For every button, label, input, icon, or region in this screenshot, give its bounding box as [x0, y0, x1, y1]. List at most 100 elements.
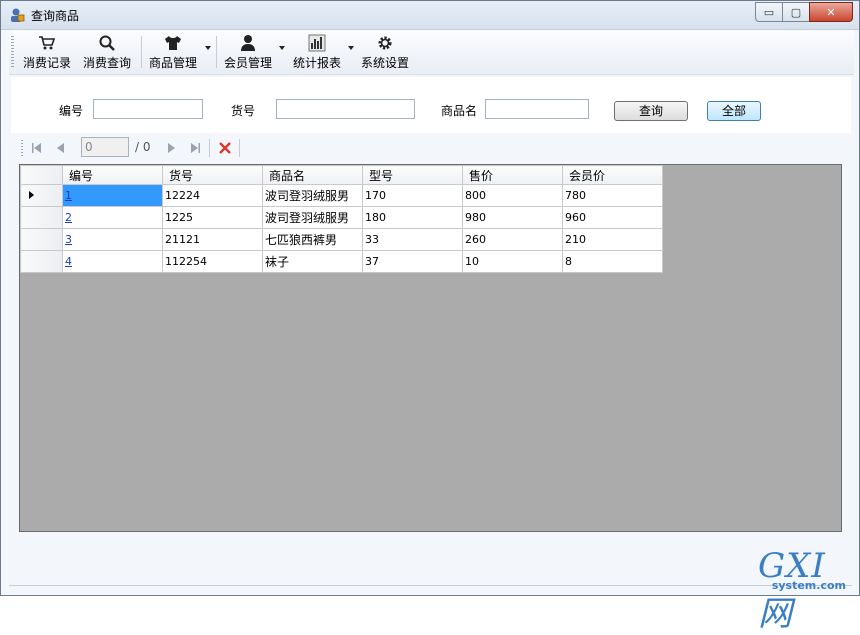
toolbar-statistics-report[interactable]: 统计报表 [291, 32, 343, 72]
cell-product-name[interactable]: 波司登羽绒服男 [262, 206, 363, 229]
watermark-logo: GXI网 system.com [758, 546, 854, 634]
last-record-icon[interactable] [187, 140, 203, 156]
main-toolbar: 消费记录 消费查询 商品管理 会员管理 统计报表 系统设置 [9, 30, 854, 75]
chevron-down-icon[interactable] [279, 46, 285, 50]
cell-sku[interactable]: 21121 [162, 228, 263, 251]
delete-icon[interactable] [217, 140, 233, 156]
column-header-model[interactable]: 型号 [362, 165, 463, 185]
cell-product-name[interactable]: 七匹狼西裤男 [262, 228, 363, 251]
cell-model[interactable]: 33 [362, 228, 463, 251]
toolbar-member-management[interactable]: 会员管理 [222, 32, 274, 72]
cell-member-price[interactable]: 210 [562, 228, 663, 251]
cell-sku[interactable]: 12224 [162, 184, 263, 207]
toolbar-label: 消费记录 [22, 56, 71, 70]
toolbar-product-management[interactable]: 商品管理 [147, 32, 199, 72]
all-button[interactable]: 全部 [707, 101, 761, 121]
row-header[interactable] [20, 228, 63, 251]
cell-id[interactable]: 1 [62, 184, 163, 207]
product-name-input[interactable] [485, 99, 589, 119]
column-header-price[interactable]: 售价 [462, 165, 563, 185]
query-button[interactable]: 查询 [614, 101, 688, 121]
id-input[interactable] [93, 99, 203, 119]
maximize-icon: ▢ [790, 5, 802, 19]
close-icon: ✕ [826, 5, 836, 19]
cell-sku[interactable]: 1225 [162, 206, 263, 229]
table-row[interactable]: 2 1225 波司登羽绒服男 180 980 960 [20, 206, 663, 229]
maximize-button[interactable]: ▢ [782, 2, 810, 22]
current-row-arrow-icon [29, 191, 34, 199]
id-link[interactable]: 3 [65, 233, 72, 246]
toolbar-consumption-query[interactable]: 消费查询 [81, 32, 133, 72]
minimize-button[interactable]: ▭ [755, 2, 783, 22]
toolbar-grip[interactable] [11, 36, 14, 68]
grid-header-row: 编号 货号 商品名 型号 售价 会员价 [20, 165, 663, 185]
column-header-sku[interactable]: 货号 [162, 165, 263, 185]
watermark-domain: system.com [771, 579, 846, 592]
table-row[interactable]: 1 12224 波司登羽绒服男 170 800 780 [20, 184, 663, 207]
cell-sku[interactable]: 112254 [162, 250, 263, 273]
status-bar [9, 585, 852, 594]
cell-member-price[interactable]: 8 [562, 250, 663, 273]
cell-product-name[interactable]: 波司登羽绒服男 [262, 184, 363, 207]
cell-product-name[interactable]: 袜子 [262, 250, 363, 273]
position-input[interactable]: 0 [81, 137, 129, 157]
gear-icon [378, 36, 392, 50]
id-link[interactable]: 1 [65, 189, 72, 202]
navigator-separator [209, 139, 210, 157]
chevron-down-icon[interactable] [205, 46, 211, 50]
product-grid[interactable]: 编号 货号 商品名 型号 售价 会员价 1 12224 波司登羽绒服男 170 … [19, 164, 842, 532]
window-title: 查询商品 [31, 9, 80, 23]
app-window: 查询商品 ▭ ▢ ✕ 消费记录 消费查询 商品管理 会员管理 统计报表 系统设置… [0, 0, 860, 596]
first-record-icon[interactable] [29, 140, 45, 156]
row-header[interactable] [20, 206, 63, 229]
shirt-icon [165, 36, 181, 50]
sku-input[interactable] [276, 99, 415, 119]
cell-model[interactable]: 180 [362, 206, 463, 229]
previous-record-icon[interactable] [53, 140, 69, 156]
product-name-label: 商品名 [441, 104, 478, 118]
navigator-separator [239, 139, 240, 157]
search-icon [99, 35, 115, 51]
cell-id[interactable]: 2 [62, 206, 163, 229]
cell-model[interactable]: 37 [362, 250, 463, 273]
navigator-grip[interactable] [21, 140, 23, 156]
chevron-down-icon[interactable] [348, 46, 354, 50]
cell-price[interactable]: 260 [462, 228, 563, 251]
row-header[interactable] [20, 250, 63, 273]
cell-member-price[interactable]: 780 [562, 184, 663, 207]
cell-id[interactable]: 4 [62, 250, 163, 273]
sku-label: 货号 [231, 104, 256, 118]
cell-price[interactable]: 10 [462, 250, 563, 273]
column-header-product-name[interactable]: 商品名 [262, 165, 363, 185]
cell-price[interactable]: 980 [462, 206, 563, 229]
table-row[interactable]: 3 21121 七匹狼西裤男 33 260 210 [20, 228, 663, 251]
filter-panel: 编号 货号 商品名 查询 全部 [11, 77, 851, 133]
table-row[interactable]: 4 112254 袜子 37 10 8 [20, 250, 663, 273]
app-icon [11, 8, 25, 22]
toolbar-consumption-records[interactable]: 消费记录 [21, 32, 73, 72]
record-count: / 0 [135, 140, 151, 154]
cart-icon [39, 36, 56, 50]
column-header-id[interactable]: 编号 [62, 165, 163, 185]
close-button[interactable]: ✕ [809, 2, 853, 22]
chart-icon [308, 34, 326, 52]
toolbar-label: 消费查询 [82, 56, 131, 70]
minimize-icon: ▭ [763, 5, 775, 19]
binding-navigator: 0 / 0 [19, 135, 259, 161]
cell-member-price[interactable]: 960 [562, 206, 663, 229]
id-link[interactable]: 2 [65, 211, 72, 224]
toolbar-label: 系统设置 [360, 56, 409, 70]
next-record-icon[interactable] [163, 140, 179, 156]
column-header-member-price[interactable]: 会员价 [562, 165, 663, 185]
toolbar-separator [216, 36, 217, 68]
row-header-corner[interactable] [20, 165, 63, 185]
row-header[interactable] [20, 184, 63, 207]
user-icon [241, 35, 255, 51]
id-link[interactable]: 4 [65, 255, 72, 268]
toolbar-label: 会员管理 [223, 56, 272, 70]
cell-model[interactable]: 170 [362, 184, 463, 207]
toolbar-label: 商品管理 [148, 56, 197, 70]
toolbar-system-settings[interactable]: 系统设置 [359, 32, 411, 72]
cell-id[interactable]: 3 [62, 228, 163, 251]
cell-price[interactable]: 800 [462, 184, 563, 207]
